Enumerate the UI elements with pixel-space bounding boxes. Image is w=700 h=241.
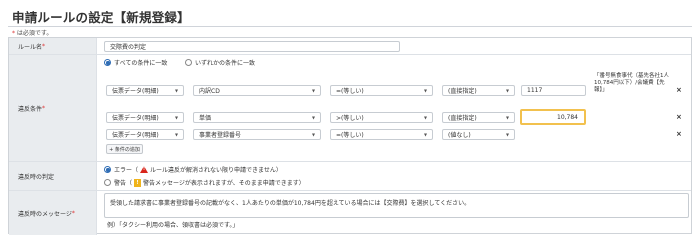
condition-2-field-select[interactable]: 単価 — [193, 112, 321, 123]
condition-2-mode-select[interactable]: (直接指定) — [442, 112, 515, 123]
conditions-row: 違反条件* すべての条件に一致 いずれかの条件に一致 伝票データ(明細) 内訳C… — [9, 55, 691, 162]
condition-2-remove-icon[interactable]: × — [676, 113, 682, 121]
required-note: * は必須です。 — [12, 28, 52, 37]
title-divider — [8, 26, 692, 27]
condition-3-source-select[interactable]: 伝票データ(明細) — [106, 129, 184, 140]
message-example: 例）「タクシー利用の場合、領収書は必須です。」 — [107, 222, 239, 229]
rule-name-input[interactable]: 交際費の判定 — [104, 41, 400, 52]
condition-1-mode-select[interactable]: (直接指定) — [442, 85, 515, 96]
error-description: ルール違反が解消されない限り申請できません — [150, 167, 276, 174]
rule-name-label: ルール名 * — [9, 38, 97, 54]
judgement-row: 違反時の判定 エラー（ルール違反が解消されない限り申請できません） 警告（!警告… — [9, 162, 691, 191]
condition-1-remove-icon[interactable]: × — [676, 86, 682, 94]
radio-selected-icon — [104, 59, 111, 66]
message-label: 違反時のメッセージ * — [9, 191, 97, 235]
condition-1-operator-select[interactable]: =(等しい) — [330, 85, 433, 96]
error-radio[interactable]: エラー（ルール違反が解消されない限り申請できません） — [104, 165, 282, 174]
condition-1-source-select[interactable]: 伝票データ(明細) — [106, 85, 184, 96]
warning-radio[interactable]: 警告（! 警告メッセージが表示されますが、そのまま申請できます） — [104, 178, 305, 187]
radio-selected-icon — [104, 166, 111, 173]
required-note-text: は必須です。 — [16, 30, 53, 37]
condition-1-value-input[interactable]: 1117 — [521, 85, 586, 96]
rule-form: ルール名 * 交際費の判定 違反条件 * すべての条件に一致 いずれかの条件に一致 … — [8, 37, 692, 235]
message-textarea[interactable]: 受領した請求書に事業者登録番号の記載がなく、1人あたりの単価が10,784円を超… — [104, 193, 689, 218]
page-title: 申請ルールの設定【新規登録】 — [12, 10, 190, 25]
match-all-radio[interactable]: すべての条件に一致 — [104, 58, 167, 67]
condition-1-hint: 「番号無食事代（基先各社1人10,784円以下）/会議費【先報】」 — [594, 73, 670, 93]
judgement-label: 違反時の判定 — [9, 162, 97, 190]
condition-3-mode-select[interactable]: (値なし) — [442, 129, 515, 140]
conditions-label: 違反条件 * — [9, 55, 97, 161]
condition-1-field-select[interactable]: 内訳CD — [193, 85, 321, 96]
error-triangle-icon — [140, 166, 149, 173]
radio-empty-icon — [185, 59, 192, 66]
rule-name-row: ルール名 * 交際費の判定 — [9, 38, 691, 55]
add-condition-button[interactable]: + 条件の追加 — [106, 144, 143, 154]
match-any-radio[interactable]: いずれかの条件に一致 — [185, 58, 255, 67]
condition-3-operator-select[interactable]: =(等しい) — [330, 129, 433, 140]
message-row: 違反時のメッセージ * 受領した請求書に事業者登録番号の記載がなく、1人あたりの単… — [9, 191, 691, 235]
warning-description: 警告メッセージが表示されますが、そのまま申請できます — [143, 180, 299, 187]
condition-2-source-select[interactable]: 伝票データ(明細) — [106, 112, 184, 123]
condition-2-value-input[interactable]: 10,784 — [520, 109, 586, 125]
required-star: * — [12, 30, 15, 37]
warning-label: 警告 — [114, 180, 127, 187]
error-label: エラー — [114, 167, 133, 174]
condition-3-field-select[interactable]: 事業者登録番号 — [193, 129, 321, 140]
condition-3-remove-icon[interactable]: × — [676, 130, 682, 138]
warning-exclamation-icon: ! — [134, 178, 142, 187]
radio-empty-icon — [104, 179, 111, 186]
condition-2-operator-select[interactable]: >(等しい) — [330, 112, 433, 123]
